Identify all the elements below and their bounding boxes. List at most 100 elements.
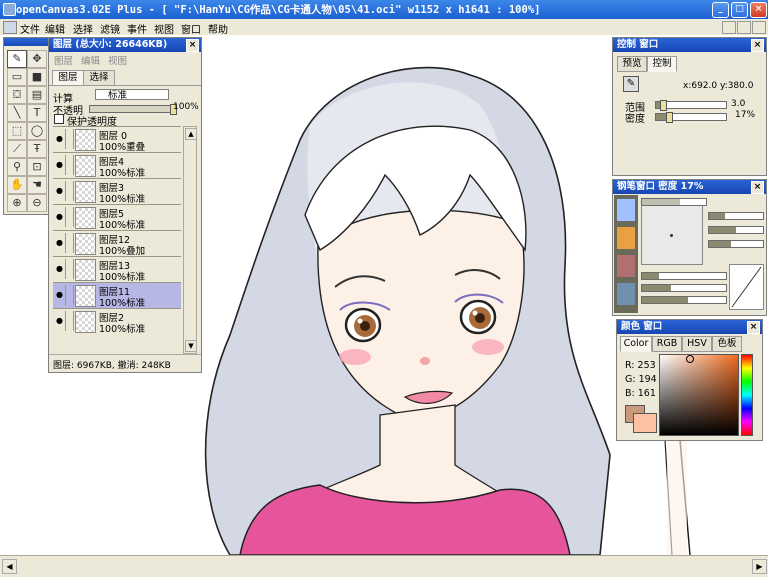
brush-panel-title[interactable]: 钢笔窗口 密度 17% × [613,180,766,194]
primary-color-swatch[interactable] [633,413,657,433]
menu-filter[interactable]: 滤镜 [100,21,120,36]
control-panel-close-icon[interactable]: × [751,39,764,52]
layers-panel-title[interactable]: 图层 (总大小: 26646KB) × [49,38,201,52]
pressure-curve[interactable] [729,264,764,310]
layer-row[interactable]: ● 图层4 100%标准 [53,152,181,179]
layers-menu-edit[interactable]: 编辑 [81,53,100,67]
menu-edit[interactable]: 编辑 [45,21,65,36]
scroll-down-icon[interactable]: ▼ [185,340,197,352]
tab-swatches[interactable]: 色板 [712,336,742,352]
layer-row[interactable]: ● 图层12 100%叠加 [53,230,181,257]
horizontal-scrollbar[interactable]: ◀ ▶ [0,555,768,577]
eye-icon[interactable]: ● [54,181,66,201]
watercolor-brush-icon[interactable] [617,283,635,305]
layer-link-toggle[interactable] [66,181,74,201]
scroll-right-icon[interactable]: ▶ [752,559,767,574]
hue-slider[interactable] [741,354,753,436]
layer-link-toggle[interactable] [66,155,74,175]
hand-tool-icon[interactable]: ✋ [7,176,27,194]
color-panel-close-icon[interactable]: × [747,321,760,334]
layers-menu-layer[interactable]: 图层 [54,53,73,67]
eye-icon[interactable]: ● [54,155,66,175]
eye-icon[interactable]: ● [54,285,66,305]
line-tool-icon[interactable]: ╲ [7,104,27,122]
menu-view[interactable]: 视图 [154,21,174,36]
zoom-out-tool-icon[interactable]: ⊖ [27,194,47,212]
marquee-tool-icon[interactable]: ⬚ [7,122,27,140]
rotate-hand-tool-icon[interactable]: ☚ [27,176,47,194]
pen-brush-icon[interactable] [617,199,635,221]
eye-icon[interactable]: ● [54,233,66,253]
layer-row[interactable]: ● 图层3 100%标准 [53,178,181,205]
eye-icon[interactable]: ● [54,207,66,227]
menu-window[interactable]: 窗口 [181,21,201,36]
layer-row[interactable]: ● 图层 0 100%重叠 [53,126,181,153]
zoom-in-tool-icon[interactable]: ⊕ [7,194,27,212]
eye-icon[interactable]: ● [54,129,66,149]
minimize-button[interactable]: _ [712,2,729,18]
tab-hsv[interactable]: HSV [682,336,712,352]
layer-row[interactable]: ● 图层11 100%标准 [53,282,181,309]
layer-row[interactable]: ● 图层5 100%标准 [53,204,181,231]
color-panel-title[interactable]: 颜色 窗口 × [617,320,762,334]
scroll-left-icon[interactable]: ◀ [2,559,17,574]
pencil-tool-icon[interactable]: ⟋ [7,140,27,158]
airbrush-icon[interactable] [617,255,635,277]
menu-select[interactable]: 选择 [73,21,93,36]
layer-list-scrollbar[interactable]: ▲ ▼ [183,126,197,354]
layers-menu-view[interactable]: 视图 [108,53,127,67]
density-slider[interactable] [655,112,727,123]
range-slider[interactable] [655,100,727,111]
brush-param-slider-5[interactable] [641,284,727,292]
mdi-minimize-button[interactable] [722,21,736,34]
layers-panel-close-icon[interactable]: × [186,39,199,52]
brush-param-slider-2[interactable] [708,226,764,234]
menu-file[interactable]: 文件 [20,21,40,36]
tab-color[interactable]: Color [620,336,652,352]
brush-param-slider-1[interactable] [708,212,764,220]
eye-icon[interactable]: ● [54,259,66,279]
eyedropper-tool-icon[interactable]: ⚲ [7,158,27,176]
move-tool-icon[interactable]: ✥ [27,50,47,68]
preserve-transparency-checkbox[interactable] [54,114,64,124]
layer-link-toggle[interactable] [66,233,74,253]
brush-param-slider-4[interactable] [641,272,727,280]
eye-icon[interactable]: ● [54,311,66,331]
crop-tool-icon[interactable]: ⊡ [27,158,47,176]
tab-preview[interactable]: 预览 [617,56,647,72]
brush-size-slider[interactable] [641,198,707,206]
mdi-restore-button[interactable] [737,21,751,34]
text-tool-icon[interactable]: T [27,104,47,122]
pencil-brush-icon[interactable] [617,227,635,249]
blend-mode-select[interactable]: 标准 [95,89,169,101]
brush-param-slider-6[interactable] [641,296,727,304]
tab-control[interactable]: 控制 [647,56,677,72]
fill-rect-tool-icon[interactable]: ■ [27,68,47,86]
brush-panel-close-icon[interactable]: × [751,181,764,194]
pen-tool-icon[interactable]: ✎ [7,50,27,68]
saturation-value-picker[interactable] [659,354,739,436]
color-picker-cursor[interactable] [686,355,694,363]
tab-rgb[interactable]: RGB [652,336,682,352]
mdi-close-button[interactable] [752,21,766,34]
layer-link-toggle[interactable] [66,129,74,149]
tab-selection[interactable]: 选择 [83,70,115,86]
gradient-tool-icon[interactable]: ▤ [27,86,47,104]
opacity-slider[interactable] [89,104,177,115]
rectangle-tool-icon[interactable]: ▭ [7,68,27,86]
lasso-tool-icon[interactable]: ◯ [27,122,47,140]
scroll-up-icon[interactable]: ▲ [185,128,197,140]
menu-help[interactable]: 帮助 [208,21,228,36]
close-button[interactable]: × [750,2,767,18]
text-outline-tool-icon[interactable]: Ŧ [27,140,47,158]
tool-palette-title-bar[interactable] [4,38,48,46]
layer-link-toggle[interactable] [66,285,74,305]
layer-row[interactable]: ● 图层2 100%标准 [53,308,181,335]
bucket-tool-icon[interactable]: ⛋ [7,86,27,104]
tab-layers[interactable]: 图层 [52,70,84,86]
layer-link-toggle[interactable] [66,311,74,331]
layer-link-toggle[interactable] [66,259,74,279]
maximize-button[interactable]: □ [731,2,748,18]
menu-event[interactable]: 事件 [127,21,147,36]
control-panel-title[interactable]: 控制 窗口 × [613,38,766,52]
